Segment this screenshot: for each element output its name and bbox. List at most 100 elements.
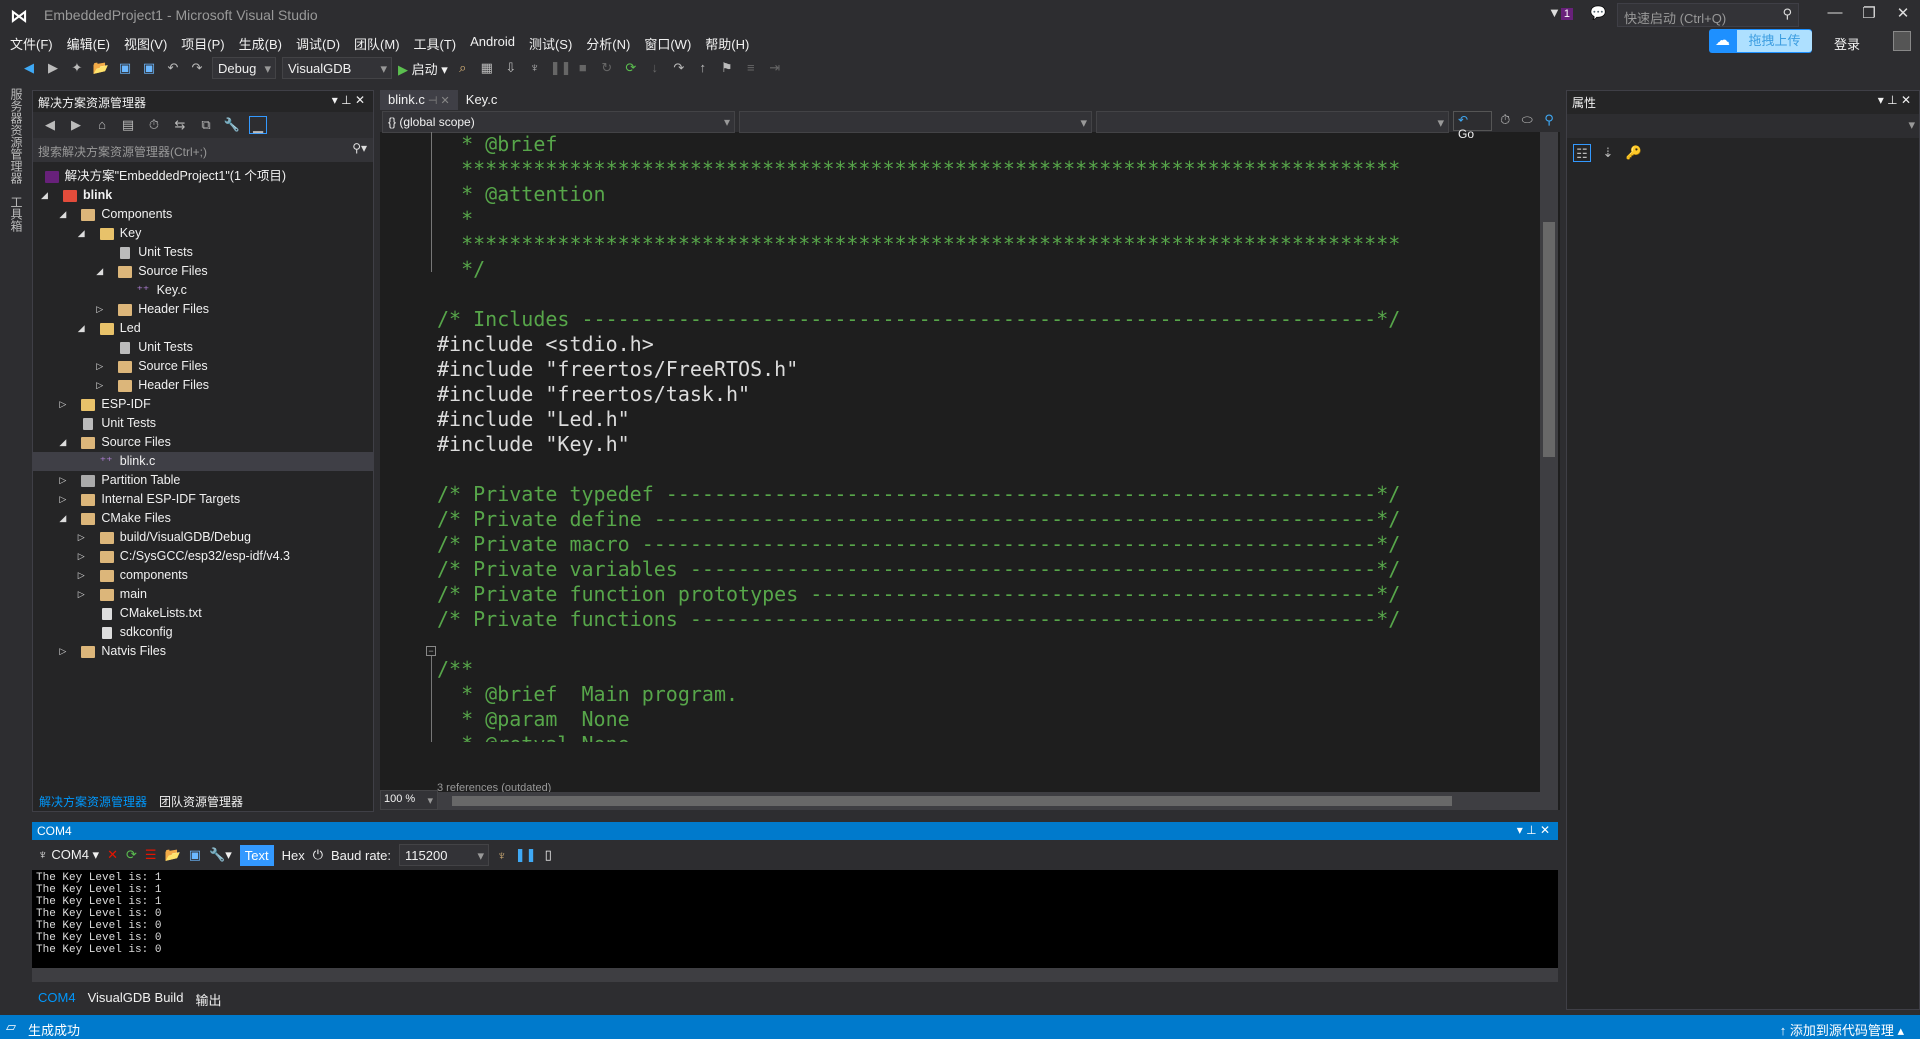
properties-icon[interactable]: 🔧	[223, 116, 241, 134]
expander-closed-icon[interactable]: ▷	[59, 395, 71, 414]
menu-item[interactable]: 编辑(E)	[63, 30, 120, 54]
tree-item[interactable]: ▷ Partition Table	[33, 471, 373, 490]
menu-item[interactable]: Android	[466, 30, 525, 54]
pin-icon[interactable]: ⊥	[1887, 93, 1897, 107]
tab-pin-close-icon[interactable]: ⊣ ✕	[425, 95, 450, 107]
tree-item[interactable]: ▷ Source Files	[33, 357, 373, 376]
menu-item[interactable]: 团队(M)	[350, 30, 410, 54]
tree-item[interactable]: ▷ main	[33, 585, 373, 604]
code-area[interactable]: − * @brief *****************************…	[380, 132, 1538, 742]
tree-item[interactable]: 解决方案"EmbeddedProject1"(1 个项目)	[33, 167, 373, 186]
tree-item[interactable]: Unit Tests	[33, 338, 373, 357]
menu-item[interactable]: 生成(B)	[235, 30, 292, 54]
scroll-thumb[interactable]	[1543, 222, 1555, 457]
tree-item[interactable]: ◢ Components	[33, 205, 373, 224]
quick-launch-input[interactable]: 快速启动 (Ctrl+Q) ⚲	[1617, 3, 1799, 27]
menu-item[interactable]: 视图(V)	[120, 30, 177, 54]
port-select[interactable]: ♆ COM4 ▾	[38, 847, 99, 863]
baud-rate-select[interactable]: 115200	[399, 844, 490, 866]
menu-item[interactable]: 文件(F)	[6, 30, 63, 54]
editor-tab[interactable]: blink.c ⊣ ✕	[380, 90, 458, 110]
expander-closed-icon[interactable]: ▷	[59, 471, 71, 490]
find-icon[interactable]: ⌕	[454, 59, 472, 77]
scope-select[interactable]: {} (global scope)	[382, 111, 736, 133]
expander-closed-icon[interactable]: ▷	[96, 300, 108, 319]
object-select[interactable]	[1567, 114, 1919, 138]
sync-icon[interactable]: ⇆	[171, 116, 189, 134]
collapse-icon[interactable]: −	[426, 646, 436, 656]
tree-item[interactable]: sdkconfig	[33, 623, 373, 642]
search-code-icon[interactable]: ⚲	[1540, 111, 1558, 129]
tree-item[interactable]: ▷ Natvis Files	[33, 642, 373, 661]
chip-icon[interactable]: ▦	[478, 59, 496, 77]
close-icon[interactable]: ✕	[1540, 823, 1550, 837]
save-icon[interactable]: ▣	[189, 847, 201, 863]
tree-item[interactable]: ◢ Source Files	[33, 262, 373, 281]
upload-button[interactable]: ☁ 拖拽上传	[1709, 29, 1812, 53]
minimize-button[interactable]: —	[1820, 4, 1850, 21]
expander-closed-icon[interactable]: ▷	[59, 490, 71, 509]
new-project-icon[interactable]: ✦	[68, 59, 86, 77]
add-probe-icon[interactable]: ♆	[497, 848, 507, 863]
add-to-source-control-button[interactable]: ↑ 添加到源代码管理 ▴	[1780, 1020, 1904, 1039]
tree-item[interactable]: Unit Tests	[33, 243, 373, 262]
account-avatar-icon[interactable]	[1893, 31, 1911, 51]
close-icon[interactable]: ✕	[355, 93, 365, 107]
redo-icon[interactable]: ↷	[188, 59, 206, 77]
expander-closed-icon[interactable]: ▷	[78, 566, 90, 585]
toolbox-tab[interactable]: 工具箱	[8, 196, 25, 232]
probe-icon[interactable]: ♆	[526, 59, 544, 77]
undo-icon[interactable]: ↶	[164, 59, 182, 77]
back-icon[interactable]: ◀	[41, 116, 59, 134]
panel-tab[interactable]: 团队资源管理器	[153, 789, 249, 813]
tree-item[interactable]: ⁺⁺ Key.c	[33, 281, 373, 300]
stop-icon[interactable]: ■	[574, 59, 592, 77]
menu-item[interactable]: 窗口(W)	[640, 30, 701, 54]
horizontal-scrollbar[interactable]: 100 %	[380, 790, 1558, 810]
terminal-tab[interactable]: VisualGDB Build	[82, 986, 190, 1008]
tree-item[interactable]: ◢ CMake Files	[33, 509, 373, 528]
terminal-tab[interactable]: COM4	[32, 986, 82, 1008]
open-icon[interactable]: 📂	[165, 847, 181, 863]
go-button[interactable]: ↶ Go	[1453, 111, 1493, 141]
vertical-scrollbar[interactable]	[1540, 132, 1558, 792]
tree-item[interactable]: Unit Tests	[33, 414, 373, 433]
property-pages-icon[interactable]: 🔑	[1625, 144, 1643, 162]
program-icon[interactable]: ⇩	[502, 59, 520, 77]
text-mode-button[interactable]: Text	[239, 844, 274, 866]
close-button[interactable]: ✕	[1888, 4, 1918, 22]
expander-open-icon[interactable]: ◢	[78, 224, 90, 243]
expander-open-icon[interactable]: ◢	[41, 186, 53, 205]
step-out-icon[interactable]: ↑	[694, 59, 712, 77]
editor-tab[interactable]: Key.c	[458, 90, 506, 110]
settings-icon[interactable]: 🔧▾	[209, 847, 232, 863]
filter-icon[interactable]: ▼ 1	[1548, 5, 1573, 20]
restore-button[interactable]: ❐	[1854, 4, 1884, 22]
home-icon[interactable]: ⌂	[93, 116, 111, 134]
restart-icon[interactable]: ↻	[598, 59, 616, 77]
panel-tab[interactable]: 解决方案资源管理器	[33, 789, 153, 813]
member-select[interactable]	[739, 111, 1093, 133]
switch-views-icon[interactable]: ▤	[119, 116, 137, 134]
menu-item[interactable]: 项目(P)	[177, 30, 234, 54]
save-icon[interactable]: ▣	[116, 59, 134, 77]
disconnect-icon[interactable]: ✕	[107, 847, 118, 863]
tree-item[interactable]: ▷ build/VisualGDB/Debug	[33, 528, 373, 547]
tree-item[interactable]: CMakeLists.txt	[33, 604, 373, 623]
expander-open-icon[interactable]: ◢	[78, 319, 90, 338]
categorized-icon[interactable]: ☷	[1573, 144, 1591, 162]
dropdown-icon[interactable]: ▾	[1878, 93, 1884, 107]
expander-open-icon[interactable]: ◢	[59, 205, 71, 224]
start-debug-button[interactable]: ▶ 启动 ▾	[398, 59, 448, 78]
expander-closed-icon[interactable]: ▷	[78, 547, 90, 566]
expander-open-icon[interactable]: ◢	[59, 433, 71, 452]
scroll-lock-icon[interactable]: ▯	[545, 847, 552, 863]
terminal-tab[interactable]: 输出	[189, 986, 227, 1008]
reconnect-icon[interactable]: ⟳	[126, 847, 137, 863]
save-all-icon[interactable]: ▣	[140, 59, 158, 77]
pause-icon[interactable]: ❚❚	[515, 847, 537, 863]
tree-item[interactable]: ▷ components	[33, 566, 373, 585]
hex-mode-button[interactable]: Hex	[282, 848, 305, 863]
dropdown-icon[interactable]: ▾	[1517, 823, 1523, 837]
scroll-thumb[interactable]	[452, 796, 1452, 806]
